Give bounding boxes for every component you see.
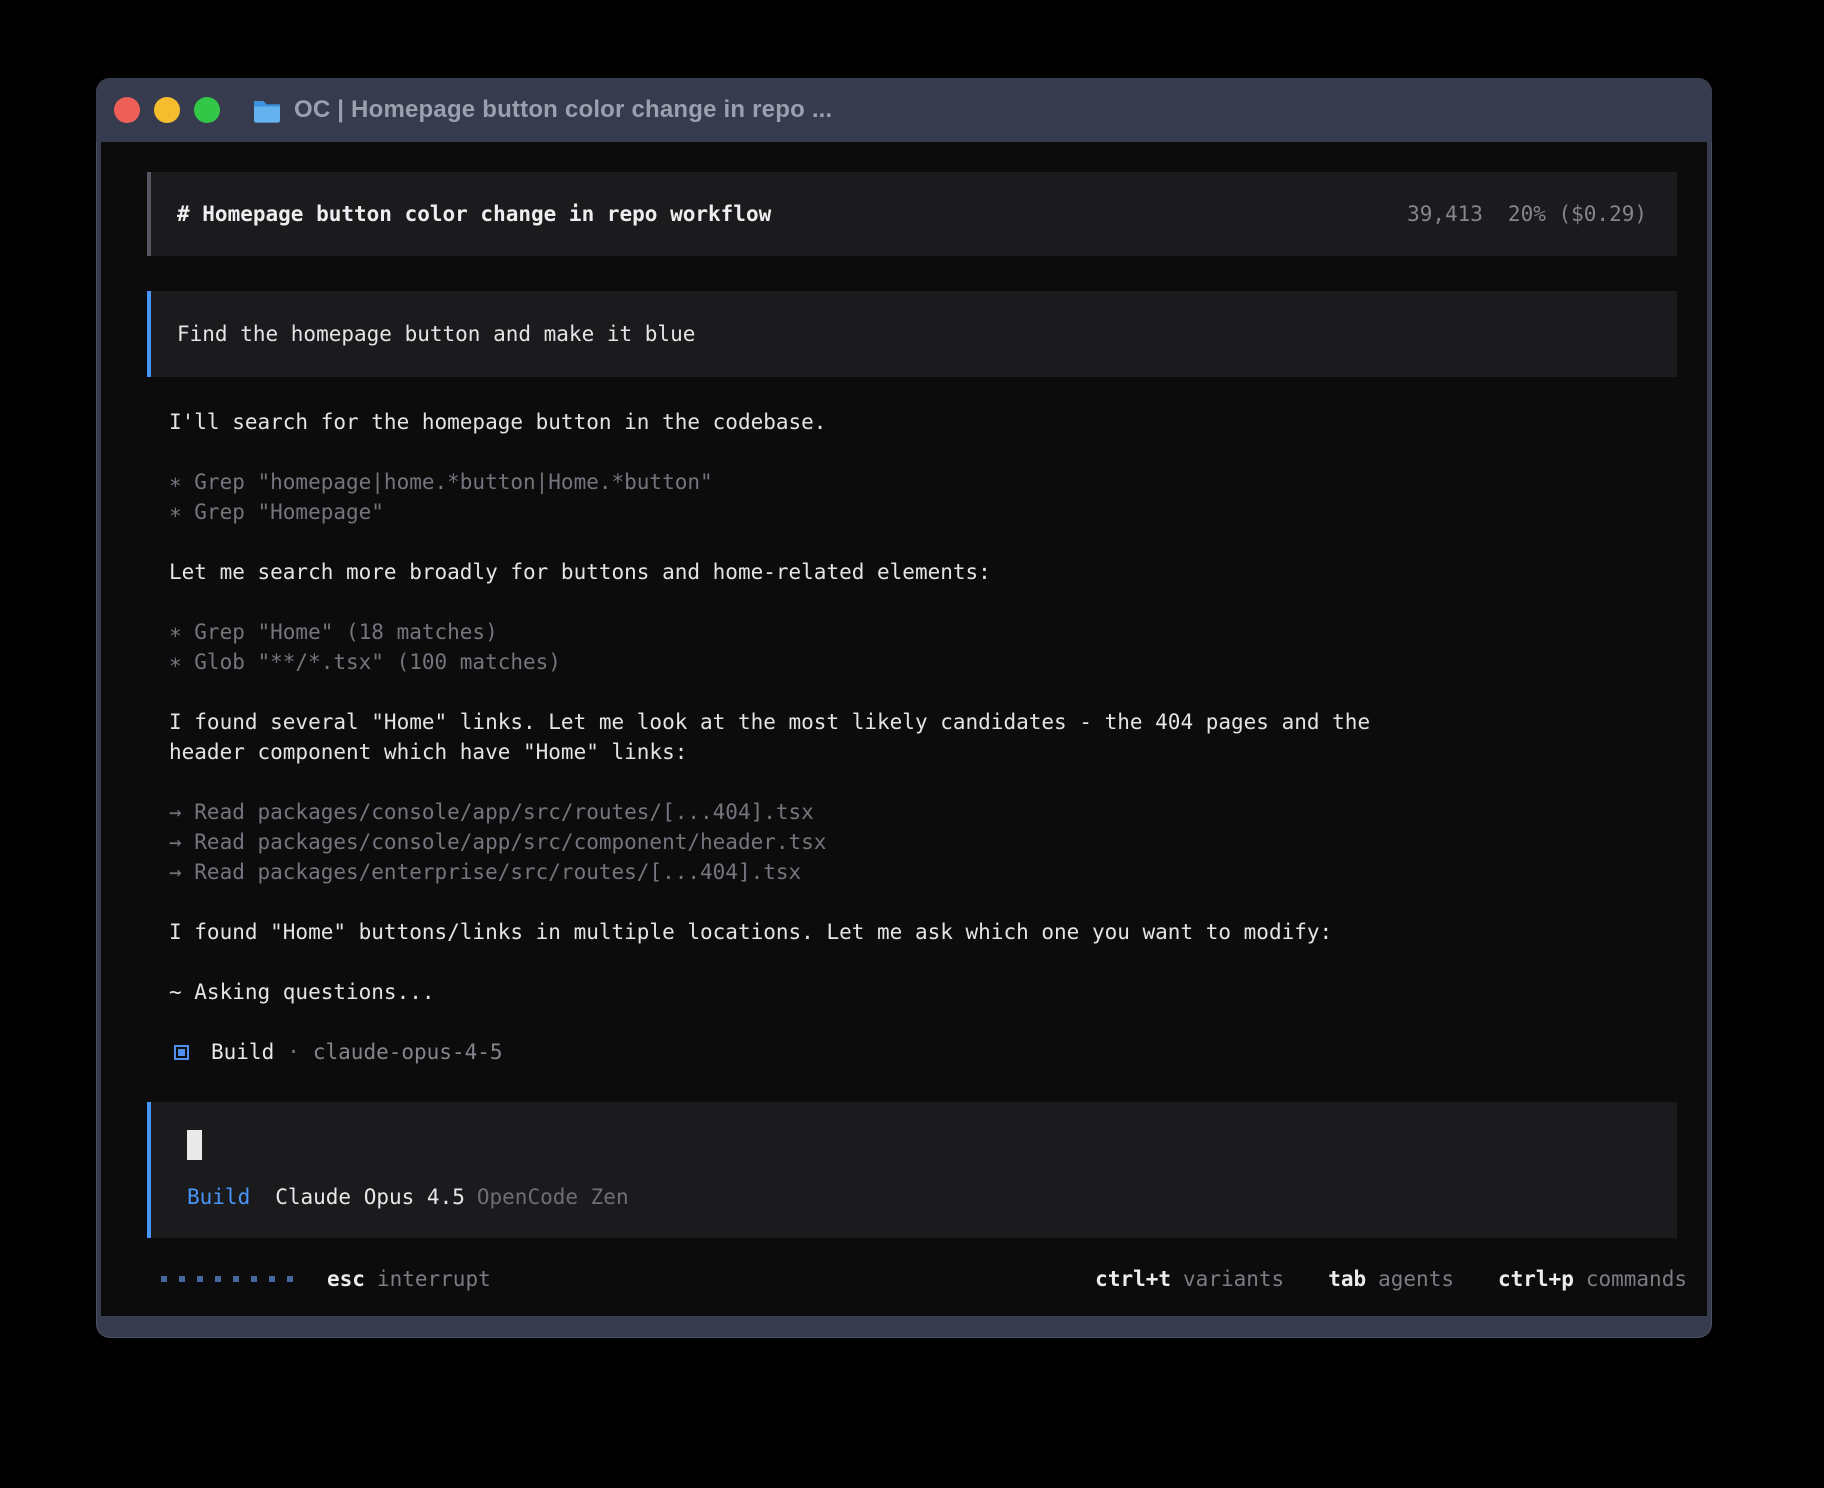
- spinner-dot: [179, 1276, 185, 1282]
- transcript-line: → Read packages/enterprise/src/routes/[.…: [169, 857, 1677, 887]
- status-model: claude-opus-4-5: [313, 1037, 503, 1067]
- user-message: Find the homepage button and make it blu…: [147, 291, 1677, 377]
- agent-name: Build: [211, 1037, 274, 1067]
- transcript-line: → Read packages/console/app/src/componen…: [169, 827, 1677, 857]
- esc-key-action: interrupt: [377, 1264, 491, 1294]
- transcript-line: [169, 947, 1677, 977]
- transcript-line: [169, 767, 1677, 797]
- spinner-dot: [197, 1276, 203, 1282]
- input-meta: Build Claude Opus 4.5 OpenCode Zen: [187, 1182, 1647, 1212]
- status-bar: esc interrupt ctrl+tvariantstabagentsctr…: [161, 1264, 1687, 1294]
- token-count: 39,413: [1407, 202, 1483, 226]
- terminal-viewport[interactable]: # Homepage button color change in repo w…: [101, 142, 1707, 1316]
- transcript-line: [169, 587, 1677, 617]
- maximize-button[interactable]: [194, 97, 220, 123]
- input-line: [187, 1130, 1647, 1160]
- input-agent-label: Build: [187, 1185, 250, 1209]
- agent-status-line: Build · claude-opus-4-5: [169, 1037, 1677, 1067]
- agent-status-icon: [174, 1045, 189, 1060]
- shortcut-commands: ctrl+p commands: [1498, 1264, 1687, 1294]
- activity-spinner-dots: [161, 1276, 293, 1282]
- window-controls: [114, 97, 220, 123]
- transcript-line: ∗ Glob "**/*.tsx" (100 matches): [169, 647, 1677, 677]
- terminal-window: OC | Homepage button color change in rep…: [96, 78, 1712, 1338]
- transcript-line: ∗ Grep "Home" (18 matches): [169, 617, 1677, 647]
- close-button[interactable]: [114, 97, 140, 123]
- shortcut-label: commands: [1586, 1267, 1687, 1291]
- transcript-line: ∗ Grep "Homepage": [169, 497, 1677, 527]
- transcript-line: [169, 437, 1677, 467]
- spinner-dot: [233, 1276, 239, 1282]
- spinner-dot: [287, 1276, 293, 1282]
- transcript-line: ~ Asking questions...: [169, 977, 1677, 1007]
- shortcut-agents: tab agents: [1328, 1264, 1454, 1294]
- session-header: # Homepage button color change in repo w…: [147, 172, 1677, 256]
- keyboard-shortcuts: ctrl+t variants tab agents ctrl+p commands: [1095, 1264, 1687, 1294]
- transcript: I'll search for the homepage button in t…: [169, 407, 1677, 1067]
- window-title: OC | Homepage button color change in rep…: [294, 96, 832, 124]
- minimize-button[interactable]: [154, 97, 180, 123]
- transcript-line: [169, 1007, 1677, 1037]
- input-model-label: Claude Opus 4.5: [275, 1185, 465, 1209]
- transcript-line: I'll search for the homepage button in t…: [169, 407, 1677, 437]
- shortcut-label: agents: [1378, 1267, 1454, 1291]
- transcript-line: Let me search more broadly for buttons a…: [169, 557, 1677, 587]
- status-separator: ·: [287, 1037, 300, 1067]
- shortcut-label: variants: [1183, 1267, 1284, 1291]
- user-message-text: Find the homepage button and make it blu…: [177, 322, 695, 346]
- context-cost: 20% ($0.29): [1508, 202, 1647, 226]
- transcript-line: [169, 887, 1677, 917]
- folder-icon: [252, 98, 282, 123]
- shortcut-key: tab: [1328, 1267, 1366, 1291]
- input-provider-label: OpenCode Zen: [477, 1185, 629, 1209]
- session-stats: 39,413 20% ($0.29): [1407, 199, 1647, 229]
- window-titlebar[interactable]: OC | Homepage button color change in rep…: [96, 78, 1712, 142]
- spinner-dot: [161, 1276, 167, 1282]
- spinner-dot: [251, 1276, 257, 1282]
- esc-key-hint: esc: [327, 1264, 365, 1294]
- transcript-line: [169, 527, 1677, 557]
- spinner-dot: [269, 1276, 275, 1282]
- transcript-line: ∗ Grep "homepage|home.*button|Home.*butt…: [169, 467, 1677, 497]
- shortcut-variants: ctrl+t variants: [1095, 1264, 1284, 1294]
- transcript-line: header component which have "Home" links…: [169, 737, 1677, 767]
- transcript-line: I found "Home" buttons/links in multiple…: [169, 917, 1677, 947]
- spinner-dot: [215, 1276, 221, 1282]
- shortcut-key: ctrl+p: [1498, 1267, 1574, 1291]
- transcript-line: → Read packages/console/app/src/routes/[…: [169, 797, 1677, 827]
- transcript-line: [169, 677, 1677, 707]
- text-cursor: [187, 1130, 202, 1160]
- transcript-line: I found several "Home" links. Let me loo…: [169, 707, 1677, 737]
- prompt-input[interactable]: Build Claude Opus 4.5 OpenCode Zen: [147, 1102, 1677, 1238]
- shortcut-key: ctrl+t: [1095, 1267, 1171, 1291]
- transcript-lines: I'll search for the homepage button in t…: [169, 407, 1677, 1037]
- session-title: # Homepage button color change in repo w…: [177, 199, 771, 229]
